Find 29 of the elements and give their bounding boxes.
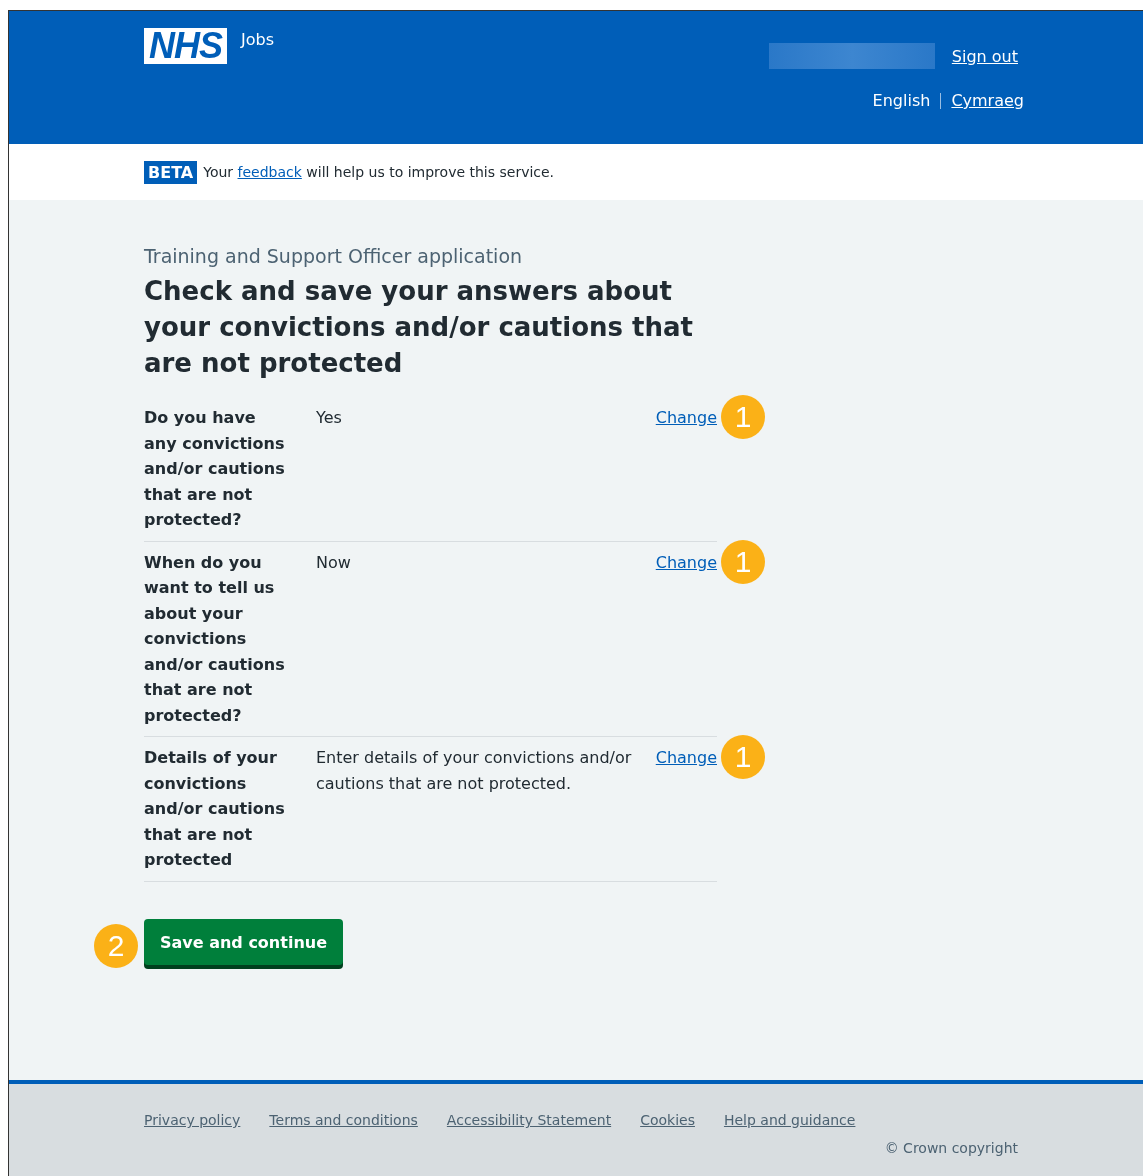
beta-tag: BETA [144,160,198,184]
answer-value: Yes [316,407,343,429]
language-link[interactable]: English [872,91,931,110]
feedback-link[interactable]: feedback [237,164,302,180]
page-caption: Training and Support Officer application [144,245,524,267]
question-label: Details of your convictions and/or cautions that are not protected [144,747,286,871]
change-link[interactable]: Change [655,408,717,427]
callout-badge: 2 [94,923,138,968]
page-heading: Check and save your answers about your convictions and/or cautions that are not protected [144,275,694,380]
callout-badge: 1 [721,395,765,439]
nhs-logo[interactable]: NHS [144,28,227,64]
footer-link[interactable]: Help and guidance [723,1112,856,1128]
change-link[interactable]: Change [655,552,717,572]
service-name: Jobs [241,29,274,49]
language-link[interactable]: Cymraeg [951,91,1024,110]
footer-link[interactable]: Privacy policy [144,1112,241,1128]
sign-out-link[interactable]: Sign out [951,46,1018,66]
change-link[interactable]: Change [655,748,717,767]
answer-value: Now [316,551,352,574]
question-label: When do you want to tell us about your convictions and/or cautions that are not protected? [144,551,286,727]
footer-link[interactable]: Cookies [640,1112,695,1128]
answer-value: Enter details of your convictions and/or cautions that are not protected. [316,747,633,795]
feedback-message: Your feedback will help us to improve this service. [203,164,555,180]
copyright-text: © Crown copyright [883,1140,1018,1156]
callout-badge: 1 [721,735,765,779]
footer-link[interactable]: Accessibility Statement [446,1112,612,1128]
callout-badge: 1 [721,539,765,584]
question-label: Do you have any convictions and/or cautions that are not protected? [144,407,286,531]
footer-link[interactable]: Terms and conditions [269,1112,418,1128]
